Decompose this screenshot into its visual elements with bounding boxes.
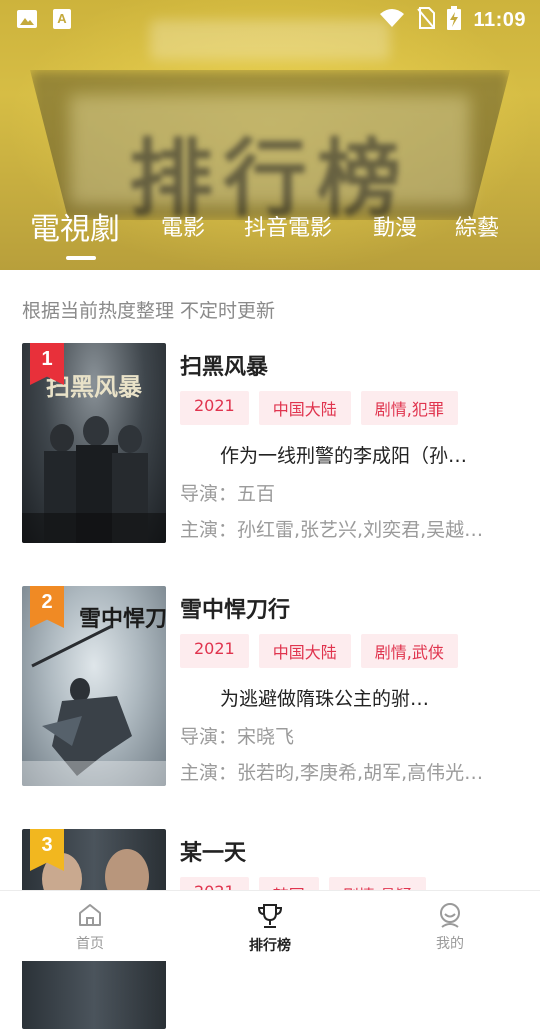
tab-douyin-movies[interactable]: 抖音電影 bbox=[244, 210, 332, 242]
home-icon bbox=[79, 904, 101, 926]
nav-home[interactable]: 首页 bbox=[30, 891, 150, 961]
list-item[interactable]: 扫黑风暴 1 扫黑风暴 2021 中国大陆 剧情,犯罪 作为一线刑警的李成阳（孙… bbox=[0, 343, 540, 543]
ranking-list: 根据当前热度整理 不定时更新 扫黑风暴 1 扫黑风暴 2021 中国大陆 剧情,… bbox=[0, 270, 540, 1029]
tag-region: 中国大陆 bbox=[258, 634, 351, 668]
status-bar: A 11:09 bbox=[0, 0, 540, 36]
a-badge-icon: A bbox=[52, 8, 72, 34]
tab-anime[interactable]: 動漫 bbox=[373, 210, 417, 242]
tab-variety[interactable]: 綜藝 bbox=[455, 210, 499, 242]
svg-text:雪中悍刀行: 雪中悍刀行 bbox=[79, 606, 166, 632]
item-title[interactable]: 某一天 bbox=[180, 835, 246, 867]
svg-text:A: A bbox=[57, 11, 67, 26]
list-item[interactable]: 雪中悍刀行 2 雪中悍刀行 2021 中国大陆 剧情,武侠 为逃避做隋珠公主的驸… bbox=[0, 586, 540, 786]
tag-year: 2021 bbox=[180, 634, 249, 668]
nav-ranking[interactable]: 排行榜 bbox=[210, 891, 330, 961]
tag-list: 2021 中国大陆 剧情,犯罪 bbox=[180, 391, 458, 425]
item-cast: 主演：张若昀,李庚希,胡军,高伟光… bbox=[180, 762, 484, 784]
ranking-banner: 排行榜 A 11:09 電視劇 電影 抖音電影 動漫 綜藝 bbox=[0, 0, 540, 270]
tab-tv-series[interactable]: 電視劇 bbox=[30, 204, 120, 248]
wifi-icon bbox=[379, 8, 405, 32]
poster-image[interactable]: 雪中悍刀行 2 bbox=[22, 586, 166, 786]
item-title[interactable]: 扫黑风暴 bbox=[180, 349, 268, 381]
tag-year: 2021 bbox=[180, 391, 249, 425]
battery-charging-icon bbox=[447, 6, 462, 34]
nav-profile-label: 我的 bbox=[436, 936, 464, 952]
trophy-icon bbox=[257, 904, 283, 928]
update-hint: 根据当前热度整理 不定时更新 bbox=[22, 300, 276, 322]
item-description: 为逃避做隋珠公主的驸… bbox=[220, 688, 430, 710]
no-sim-icon bbox=[417, 7, 436, 33]
item-director: 导演：五百 bbox=[180, 483, 276, 505]
tag-genre: 剧情,武侠 bbox=[360, 634, 458, 668]
active-tab-indicator bbox=[66, 256, 96, 260]
profile-icon bbox=[440, 903, 460, 928]
item-description: 作为一线刑警的李成阳（孙… bbox=[220, 445, 468, 467]
bottom-navigation: 首页 排行榜 我的 bbox=[0, 890, 540, 961]
image-icon bbox=[16, 9, 38, 33]
nav-ranking-label: 排行榜 bbox=[249, 938, 291, 954]
tag-region: 中国大陆 bbox=[258, 391, 351, 425]
tag-genre: 剧情,犯罪 bbox=[360, 391, 458, 425]
item-cast: 主演：孙红雷,张艺兴,刘奕君,吴越… bbox=[180, 519, 484, 541]
nav-home-label: 首页 bbox=[76, 936, 104, 952]
tab-movies[interactable]: 電影 bbox=[161, 210, 205, 242]
poster-image[interactable]: 扫黑风暴 1 bbox=[22, 343, 166, 543]
status-time: 11:09 bbox=[473, 8, 526, 31]
nav-profile[interactable]: 我的 bbox=[390, 891, 510, 961]
item-director: 导演：宋晓飞 bbox=[180, 726, 295, 748]
category-tabs: 電視劇 電影 抖音電影 動漫 綜藝 bbox=[0, 200, 540, 260]
item-title[interactable]: 雪中悍刀行 bbox=[180, 592, 290, 624]
tag-list: 2021 中国大陆 剧情,武侠 bbox=[180, 634, 458, 668]
